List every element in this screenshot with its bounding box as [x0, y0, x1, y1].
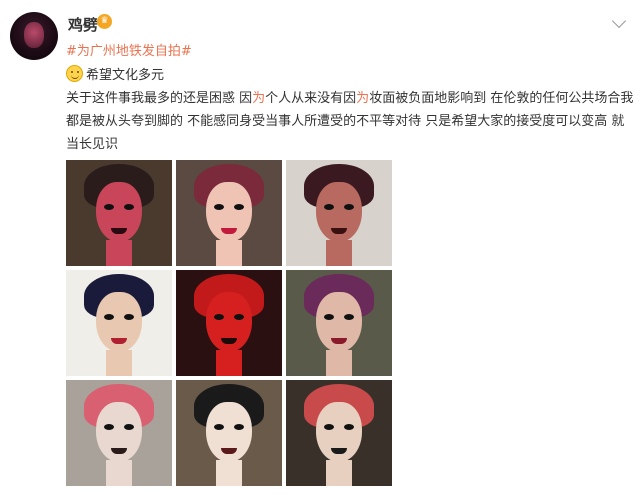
photo-neck	[216, 460, 242, 486]
topic-hashtag[interactable]: #为广州地铁发自拍#	[66, 40, 192, 59]
photo-neck	[326, 240, 352, 266]
photo-eye	[344, 424, 354, 430]
para-d: 为	[356, 91, 370, 106]
photo-thumbnail[interactable]	[66, 160, 172, 266]
photo-neck	[106, 240, 132, 266]
photo-thumbnail[interactable]	[286, 380, 392, 486]
photo-neck	[106, 460, 132, 486]
post-text: 希望文化多元 关于这件事我最多的还是困惑 因为个人从来没有因为妆面被负面地影响到…	[66, 64, 636, 156]
username[interactable]: 鸡劈	[68, 14, 98, 35]
photo-thumbnail[interactable]	[176, 380, 282, 486]
photo-thumbnail[interactable]	[176, 160, 282, 266]
photo-thumbnail[interactable]	[66, 380, 172, 486]
post-line-1: 希望文化多元	[66, 64, 636, 87]
para-c: 个人从来没有因	[265, 91, 357, 106]
smile-emoji-icon	[66, 65, 83, 82]
photo-eye	[234, 314, 244, 320]
photo-neck	[106, 350, 132, 376]
photo-grid	[66, 160, 392, 501]
photo-eye	[344, 204, 354, 210]
crown-badge-icon: ♛	[97, 14, 112, 29]
avatar-face	[24, 22, 44, 48]
para-a: 关于这件事我最多的还是困惑 因	[66, 91, 253, 106]
para-b: 为	[252, 91, 266, 106]
photo-eye	[234, 424, 244, 430]
photo-eye	[324, 424, 334, 430]
photo-eye	[234, 204, 244, 210]
post-line-1-text: 希望文化多元	[86, 68, 165, 83]
photo-eye	[124, 204, 134, 210]
photo-eye	[214, 314, 224, 320]
photo-eye	[104, 314, 114, 320]
photo-eye	[104, 424, 114, 430]
photo-thumbnail[interactable]	[286, 270, 392, 376]
photo-eye	[214, 204, 224, 210]
photo-neck	[216, 240, 242, 266]
post-paragraph: 关于这件事我最多的还是困惑 因为个人从来没有因为妆面被负面地影响到 在伦敦的任何…	[66, 87, 636, 156]
photo-eye	[324, 314, 334, 320]
photo-thumbnail[interactable]	[286, 160, 392, 266]
photo-eye	[124, 424, 134, 430]
avatar[interactable]	[10, 12, 58, 60]
photo-thumbnail[interactable]	[66, 270, 172, 376]
photo-neck	[326, 350, 352, 376]
photo-thumbnail[interactable]	[176, 270, 282, 376]
photo-eye	[104, 204, 114, 210]
photo-eye	[324, 204, 334, 210]
photo-eye	[214, 424, 224, 430]
photo-eye	[344, 314, 354, 320]
photo-neck	[216, 350, 242, 376]
photo-neck	[326, 460, 352, 486]
photo-eye	[124, 314, 134, 320]
chevron-down-icon[interactable]	[611, 13, 627, 29]
